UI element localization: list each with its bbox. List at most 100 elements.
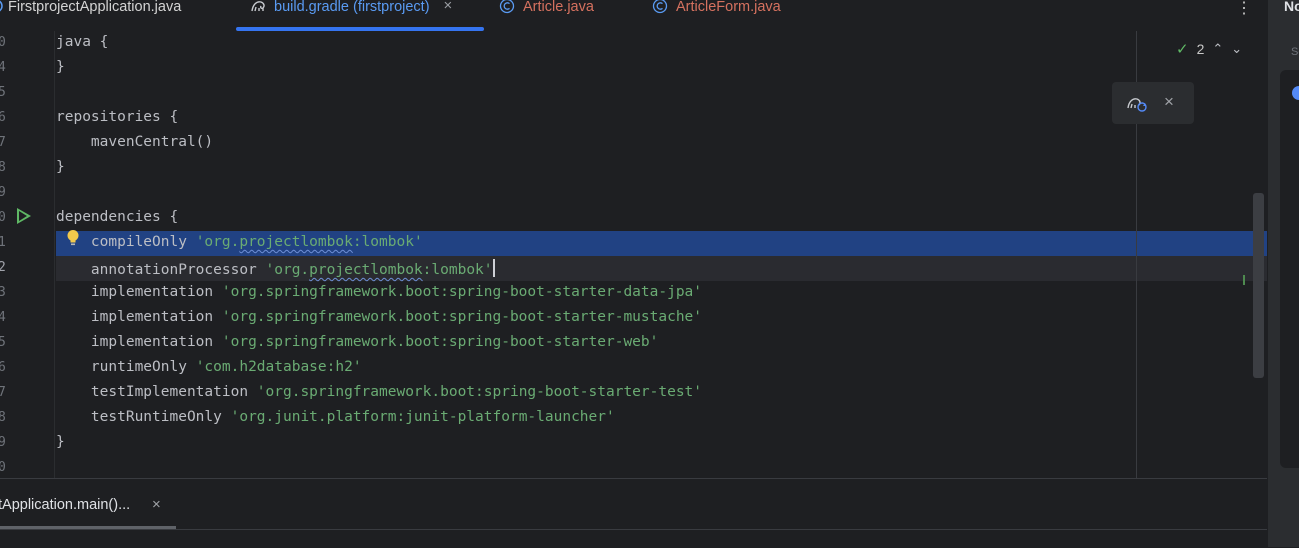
string-literal: 'org.springframework.boot:spring-boot-st… [256, 384, 703, 400]
text-caret [492, 259, 495, 277]
close-icon[interactable]: × [444, 0, 453, 14]
code-token: testImplementation [56, 384, 257, 400]
code-token: } [56, 159, 65, 175]
code-text: annotationProcessor 'org.projectlombok:l… [56, 259, 495, 278]
line-number: 0 [0, 35, 6, 50]
code-line[interactable]: 3 implementation 'org.springframework.bo… [0, 281, 1267, 306]
code-text: dependencies { [56, 209, 178, 225]
code-token: repositories { [56, 109, 179, 125]
line-number: 0 [0, 210, 6, 225]
code-token: runtimeOnly [56, 359, 196, 375]
code-editor[interactable]: 0 java { 4} 5 6 repositories { 7 mavenCentral(… [0, 31, 1267, 478]
code-token: java { [56, 34, 109, 50]
code-line[interactable]: 7 mavenCentral() [0, 131, 1267, 156]
code-token: } [56, 59, 65, 75]
tab-firstproject-application[interactable]: FirstprojectApplication.java [0, 0, 181, 31]
code-line[interactable]: 7 testImplementation 'org.springframewor… [0, 381, 1267, 406]
string-literal: :lombok' [352, 234, 423, 250]
string-literal: 'com.h2database:h2' [195, 359, 362, 375]
line-number: 0 [0, 460, 6, 475]
code-text: mavenCentral() [56, 134, 213, 150]
code-line[interactable]: 2 annotationProcessor 'org.projectlombok… [0, 256, 1267, 281]
gradle-reload-icon[interactable] [1126, 93, 1148, 113]
more-options-icon[interactable]: ⋮ [1236, 0, 1252, 18]
code-text: implementation 'org.springframework.boot… [56, 284, 702, 300]
code-text: compileOnly 'org.projectlombok:lombok' [56, 234, 423, 250]
code-line[interactable]: 9} [0, 431, 1267, 456]
tab-article-form[interactable]: ArticleForm.java [652, 0, 781, 31]
gutter-separator [54, 31, 55, 478]
string-literal: 'org.springframework.boot:spring-boot-st… [221, 284, 703, 300]
line-number: 8 [0, 410, 6, 425]
code-line[interactable]: 8} [0, 156, 1267, 181]
code-line[interactable]: 8 testRuntimeOnly 'org.junit.platform:ju… [0, 406, 1267, 431]
line-number: 6 [0, 360, 6, 375]
class-c-icon [652, 0, 668, 14]
code-text: testRuntimeOnly 'org.junit.platform:juni… [56, 409, 615, 425]
vertical-scrollbar[interactable] [1253, 193, 1264, 378]
notification-dot-icon [1292, 86, 1299, 100]
code-line[interactable]: 4 implementation 'org.springframework.bo… [0, 306, 1267, 331]
code-token: implementation [56, 334, 222, 350]
check-icon: ✓ [1176, 41, 1189, 58]
code-text: } [56, 159, 65, 175]
inspection-widget[interactable]: ✓ 2 ⌃ ⌄ [1176, 38, 1242, 60]
previous-highlight-icon[interactable]: ⌃ [1212, 41, 1223, 57]
code-line[interactable]: 0 [0, 456, 1267, 478]
code-line[interactable]: 5 [0, 81, 1267, 106]
string-literal: projectlombok [239, 234, 353, 250]
line-number: 3 [0, 285, 6, 300]
class-c-icon [499, 0, 515, 14]
string-literal: 'org.springframework.boot:spring-boot-st… [221, 334, 659, 350]
code-line[interactable]: 4} [0, 56, 1267, 81]
line-number: 8 [0, 160, 6, 175]
code-text: repositories { [56, 109, 178, 125]
inspection-count: 2 [1196, 41, 1205, 57]
close-icon[interactable]: × [1164, 92, 1174, 112]
panel-subtitle: Se [1291, 46, 1299, 58]
line-number: 5 [0, 85, 6, 100]
code-token: dependencies { [56, 209, 179, 225]
run-tab-label[interactable]: tApplication.main()... [0, 497, 130, 513]
code-line[interactable]: 6 runtimeOnly 'com.h2database:h2' [0, 356, 1267, 381]
code-token: implementation [56, 284, 222, 300]
line-number: 9 [0, 185, 6, 200]
string-literal: :lombok' [422, 262, 493, 278]
change-marker [1243, 275, 1245, 285]
code-token: testRuntimeOnly [56, 409, 231, 425]
line-number: 5 [0, 335, 6, 350]
code-line[interactable]: 5 implementation 'org.springframework.bo… [0, 331, 1267, 356]
line-number: 7 [0, 385, 6, 400]
tab-label: build.gradle (firstproject) [274, 0, 430, 15]
java-class-icon [0, 0, 4, 14]
next-highlight-icon[interactable]: ⌄ [1231, 41, 1242, 57]
string-literal: 'org. [265, 262, 310, 278]
tab-label: FirstprojectApplication.java [8, 0, 182, 15]
code-line[interactable]: 0 java { [0, 31, 1267, 56]
code-text: java { [56, 34, 108, 50]
code-token: implementation [56, 309, 222, 325]
code-line[interactable]: 9 [0, 181, 1267, 206]
divider [0, 529, 1267, 530]
run-gutter-icon[interactable] [17, 208, 31, 224]
close-icon[interactable]: × [152, 496, 161, 513]
tab-article[interactable]: Article.java [499, 0, 594, 31]
line-number: 4 [0, 60, 6, 75]
code-line[interactable]: 6 repositories { [0, 106, 1267, 131]
tab-label: Article.java [523, 0, 594, 15]
code-text: } [56, 59, 65, 75]
line-number: 2 [0, 260, 6, 275]
code-line[interactable]: 0 dependencies { [0, 206, 1267, 231]
line-number: 6 [0, 110, 6, 125]
code-token: annotationProcessor [56, 262, 266, 278]
code-text: implementation 'org.springframework.boot… [56, 309, 702, 325]
string-literal: projectlombok [309, 262, 423, 278]
notification-card[interactable] [1280, 70, 1299, 468]
gradle-icon [250, 0, 266, 14]
lightbulb-icon[interactable] [66, 229, 80, 247]
line-number: 9 [0, 435, 6, 450]
code-text: runtimeOnly 'com.h2database:h2' [56, 359, 362, 375]
code-line[interactable]: 1 compileOnly 'org.projectlombok:lombok' [0, 231, 1267, 256]
editor-tab-bar: FirstprojectApplication.java build.gradl… [0, 0, 1267, 32]
line-number: 4 [0, 310, 6, 325]
